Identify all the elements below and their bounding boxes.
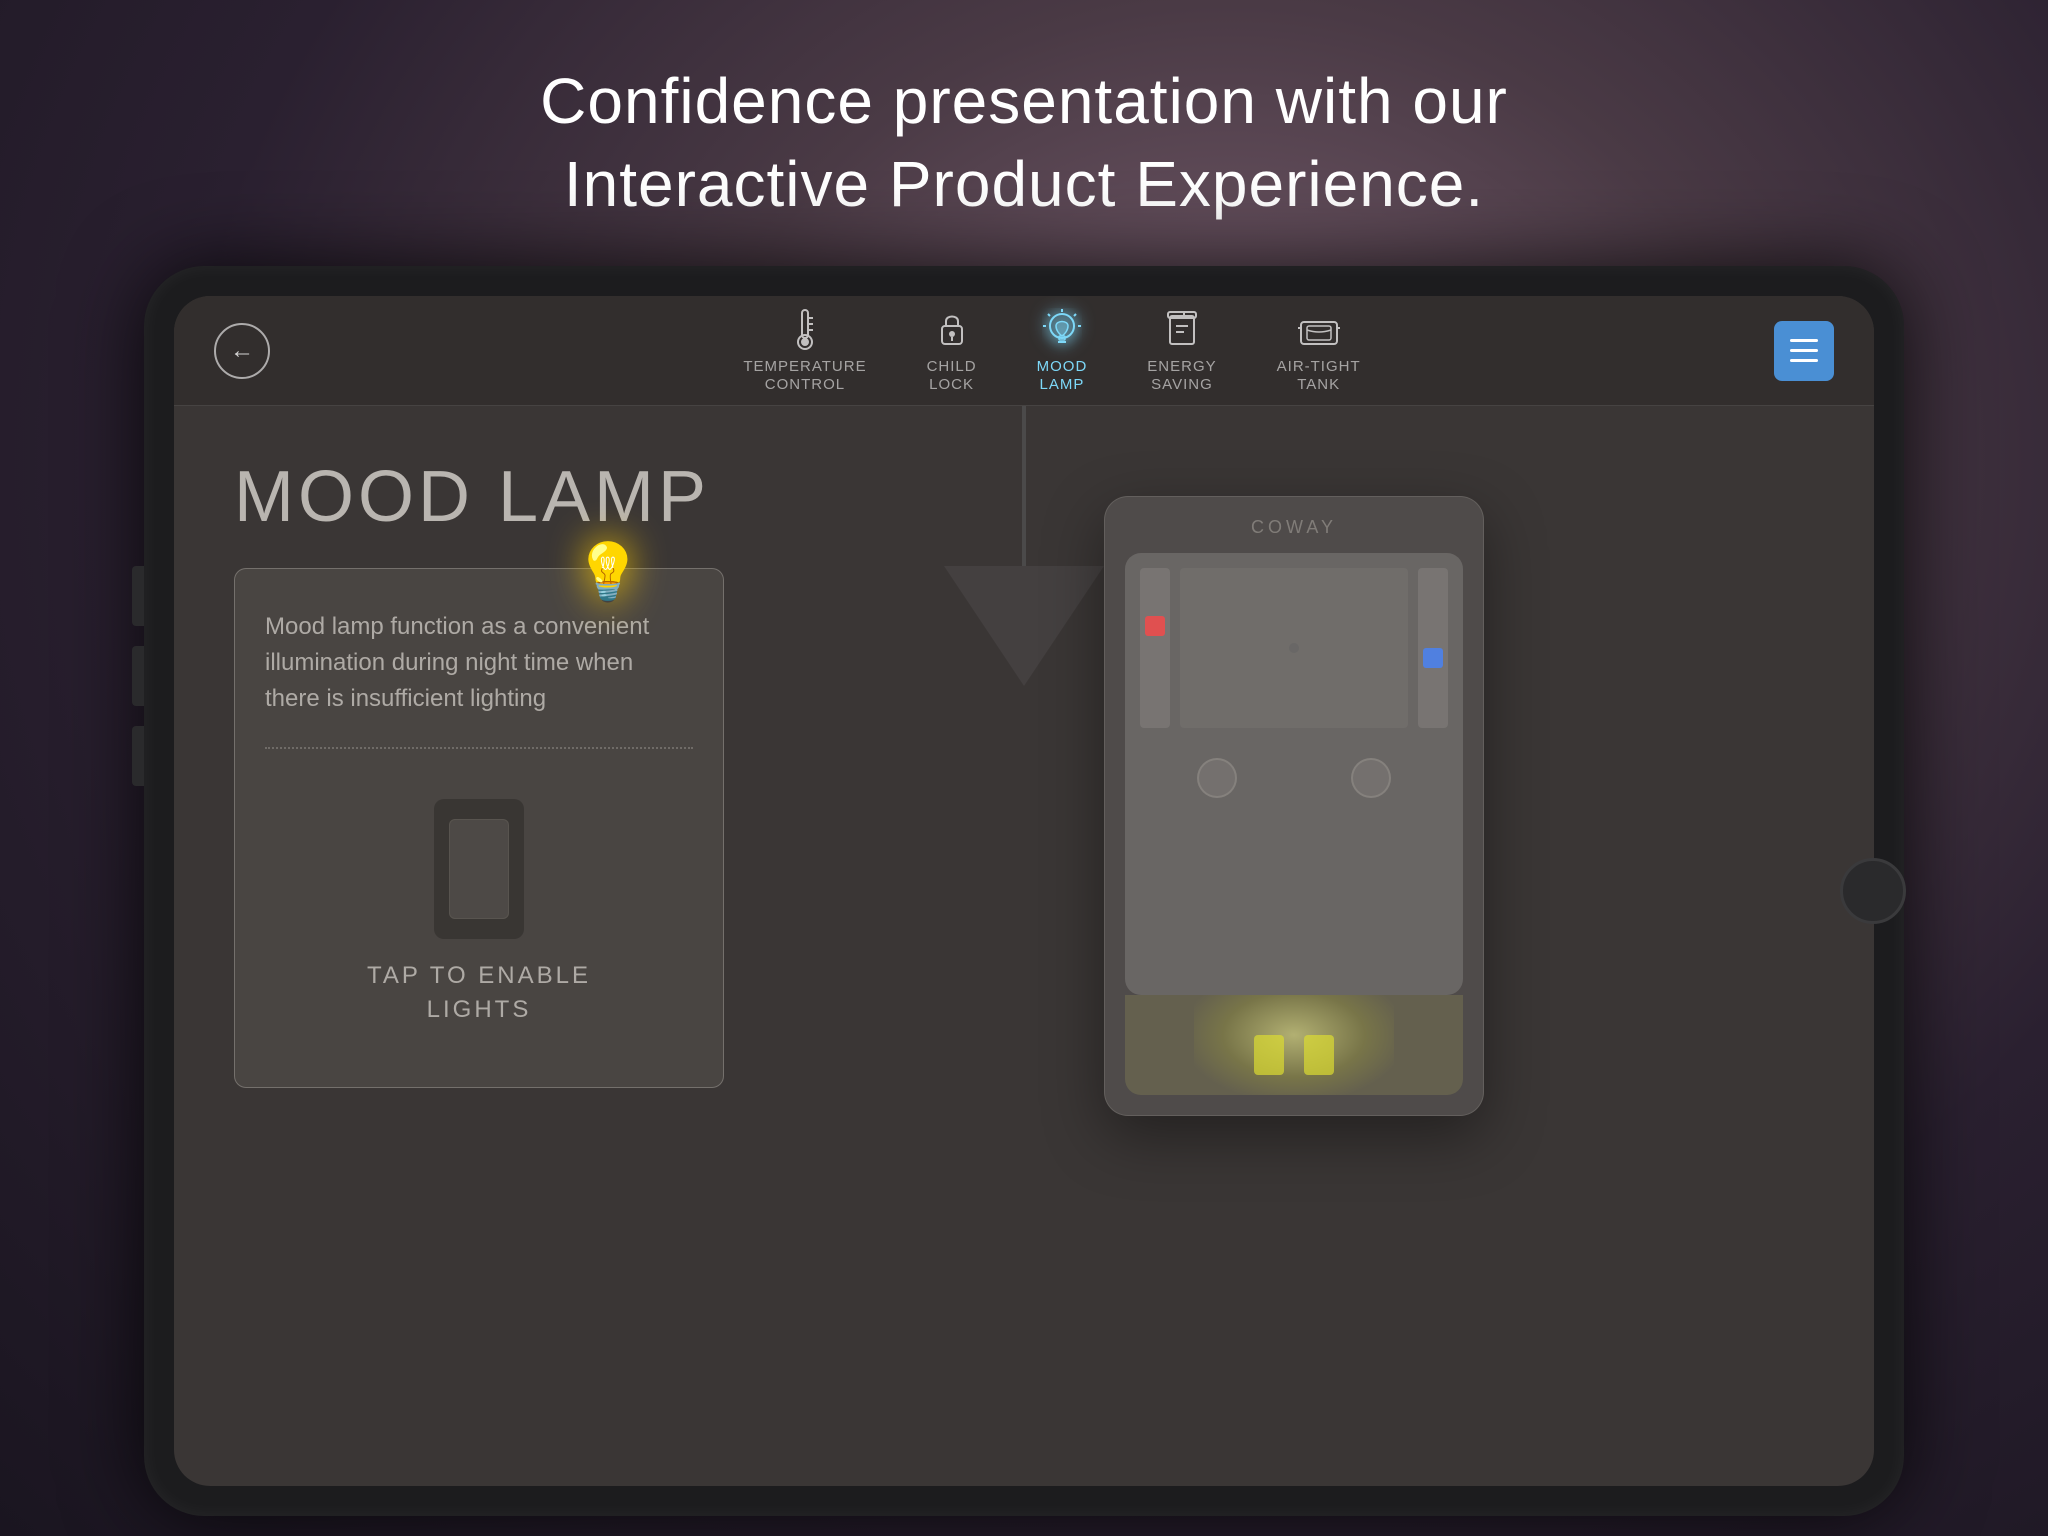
connector-right [1304, 1035, 1334, 1075]
device-dot-1 [1289, 643, 1299, 653]
device-center-panel [1180, 568, 1408, 728]
nav-item-child-lock[interactable]: CHILDLOCK [927, 308, 977, 394]
feature-description: Mood lamp function as a convenient illum… [265, 609, 693, 717]
right-panel: COWAY [774, 456, 1814, 1116]
dotted-separator [265, 747, 693, 749]
air-tight-label: AIR-TIGHTTANK [1277, 358, 1361, 394]
light-connectors [1254, 1035, 1334, 1075]
light-switch[interactable] [434, 799, 524, 939]
nav-item-energy-saving[interactable]: ENERGYSAVING [1147, 308, 1216, 394]
device-body [1125, 553, 1463, 995]
nav-items-container: TEMPERATURECONTROL CHILDLOCK [330, 308, 1774, 394]
menu-line-1 [1790, 339, 1818, 342]
headline-line2: Interactive Product Experience. [564, 148, 1484, 220]
device-brand: COWAY [1251, 517, 1337, 538]
main-content: MOOD LAMP 💡 Mood lamp function as a conv… [174, 406, 1874, 1486]
feature-card[interactable]: 💡 Mood lamp function as a convenient ill… [234, 568, 724, 1088]
left-panel: MOOD LAMP 💡 Mood lamp function as a conv… [234, 456, 774, 1088]
product-device: COWAY [1104, 496, 1484, 1116]
air-tight-icon [1297, 308, 1341, 352]
switch-paddle [449, 819, 509, 919]
energy-saving-label: ENERGYSAVING [1147, 358, 1216, 394]
nav-item-temperature[interactable]: TEMPERATURECONTROL [743, 308, 866, 394]
nav-item-air-tight[interactable]: AIR-TIGHTTANK [1277, 308, 1361, 394]
headline: Confidence presentation with our Interac… [540, 60, 1508, 226]
mood-lamp-label: MOODLAMP [1037, 358, 1088, 394]
menu-line-2 [1790, 349, 1818, 352]
device-panel-bottom [1140, 738, 1448, 818]
child-lock-icon [930, 308, 974, 352]
menu-button[interactable] [1774, 321, 1834, 381]
ipad-screen: ← TEMPERATURECONTRO [174, 296, 1874, 1486]
device-slider-left [1140, 568, 1170, 728]
back-button[interactable]: ← [214, 323, 270, 379]
device-panel-top [1140, 568, 1448, 728]
tap-to-enable-label: TAP TO ENABLELIGHTS [367, 959, 591, 1026]
headline-line1: Confidence presentation with our [540, 65, 1508, 137]
device-knob-right[interactable] [1351, 758, 1391, 798]
device-knob-left[interactable] [1197, 758, 1237, 798]
mood-lamp-icon [1040, 308, 1084, 352]
feature-title: MOOD LAMP [234, 456, 774, 538]
energy-saving-icon [1160, 308, 1204, 352]
ipad-frame: ← TEMPERATURECONTRO [144, 266, 1904, 1516]
temperature-icon [783, 308, 827, 352]
device-light-output [1125, 995, 1463, 1095]
lamp-decoration [944, 406, 1104, 686]
device-slider-right [1418, 568, 1448, 728]
nav-bar: ← TEMPERATURECONTRO [174, 296, 1874, 406]
lamp-shade [944, 566, 1104, 686]
connector-left [1254, 1035, 1284, 1075]
nav-item-mood-lamp[interactable]: MOODLAMP [1037, 308, 1088, 394]
back-arrow-icon: ← [230, 337, 254, 365]
child-lock-label: CHILDLOCK [927, 358, 977, 394]
menu-line-3 [1790, 359, 1818, 362]
lamp-cord [1022, 406, 1026, 566]
bulb-icon: 💡 [573, 539, 643, 605]
temperature-label: TEMPERATURECONTROL [743, 358, 866, 394]
